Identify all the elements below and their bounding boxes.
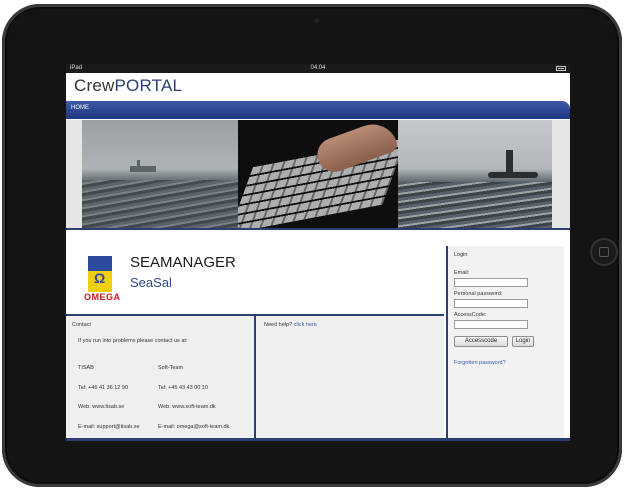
- sea-waves: [398, 182, 552, 228]
- status-time: 04:04: [310, 65, 326, 71]
- banner-image-lighthouse: [398, 120, 552, 228]
- banner-image-keyboard: [238, 120, 398, 228]
- company-name: Soft-Team: [158, 365, 184, 371]
- help-line: Need help? click here: [264, 322, 317, 328]
- brand-area: OMEGA SEAMANAGER SeaSal: [66, 246, 444, 314]
- app-title: CrewPORTAL: [74, 76, 182, 96]
- login-title: Login: [454, 252, 468, 258]
- battery-icon: [556, 66, 566, 71]
- company-name: TISAB: [78, 365, 94, 371]
- email-field[interactable]: [454, 278, 528, 287]
- home-button[interactable]: [590, 238, 618, 266]
- accesscode-label: AccessCode:: [454, 312, 487, 318]
- contact-title: Contact: [72, 322, 91, 328]
- status-bar: iPad 04:04: [66, 64, 570, 73]
- ship-icon: [130, 166, 156, 172]
- rock: [488, 172, 538, 178]
- company-tel: Tel: +45 43 43 00 10: [158, 384, 208, 391]
- contact-company-softteam: Soft-Team Tel: +45 43 43 00 10 Web: www.…: [158, 352, 229, 441]
- help-link[interactable]: click here: [294, 322, 317, 328]
- contact-panel: Contact If you run into problems please …: [66, 316, 256, 438]
- left-column: OMEGA SEAMANAGER SeaSal Contact If you r…: [66, 246, 444, 441]
- help-label: Need help?: [264, 322, 293, 328]
- banner-image-sea-ship: [82, 120, 238, 228]
- accesscode-button[interactable]: Accesscode: [454, 336, 508, 347]
- help-panel: Need help? click here: [256, 316, 444, 438]
- password-field[interactable]: [454, 299, 528, 308]
- login-button[interactable]: Login: [512, 336, 534, 347]
- brand-seasal: SeaSal: [130, 275, 172, 290]
- company-tel: Tel: +46 41 36 12 90: [78, 384, 128, 391]
- password-label: Personal password:: [454, 291, 503, 297]
- banner: [66, 120, 570, 230]
- email-label: Email:: [454, 270, 470, 276]
- divider: [66, 438, 570, 441]
- company-web[interactable]: Web: www.soft-team.dk: [158, 404, 229, 411]
- screen: iPad 04:04 CrewPORTAL HOME Ω OMEGA SEAMA…: [66, 64, 570, 441]
- accesscode-field[interactable]: [454, 320, 528, 329]
- app-title-suffix: PORTAL: [114, 76, 183, 95]
- front-camera: [314, 18, 319, 23]
- company-web[interactable]: Web: www.tisab.se: [78, 404, 140, 411]
- company-email[interactable]: E-mail: omega@soft-team.dk: [158, 424, 229, 431]
- nav-bar: HOME: [66, 101, 570, 119]
- contact-company-tisab: TISAB Tel: +46 41 36 12 90 Web: www.tisa…: [78, 352, 140, 441]
- brand-seamanager: SEAMANAGER: [130, 254, 236, 271]
- logo-text: OMEGA: [84, 292, 121, 302]
- login-panel: Login Email: Personal password: AccessCo…: [446, 246, 564, 438]
- divider: [66, 228, 570, 230]
- company-email[interactable]: E-mail: support@tisab.se: [78, 424, 140, 431]
- omega-logo-icon: [88, 256, 112, 292]
- nav-item-home[interactable]: HOME: [71, 105, 89, 111]
- contact-intro: If you run into problems please contact …: [78, 338, 188, 344]
- sea-waves: [82, 180, 238, 228]
- app-title-prefix: Crew: [74, 76, 115, 95]
- main-content: OMEGA SEAMANAGER SeaSal Contact If you r…: [66, 246, 570, 441]
- forgot-password-link[interactable]: Forgotten password?: [454, 360, 506, 366]
- ipad-frame: iPad 04:04 CrewPORTAL HOME Ω OMEGA SEAMA…: [2, 4, 622, 487]
- header: CrewPORTAL: [66, 73, 570, 97]
